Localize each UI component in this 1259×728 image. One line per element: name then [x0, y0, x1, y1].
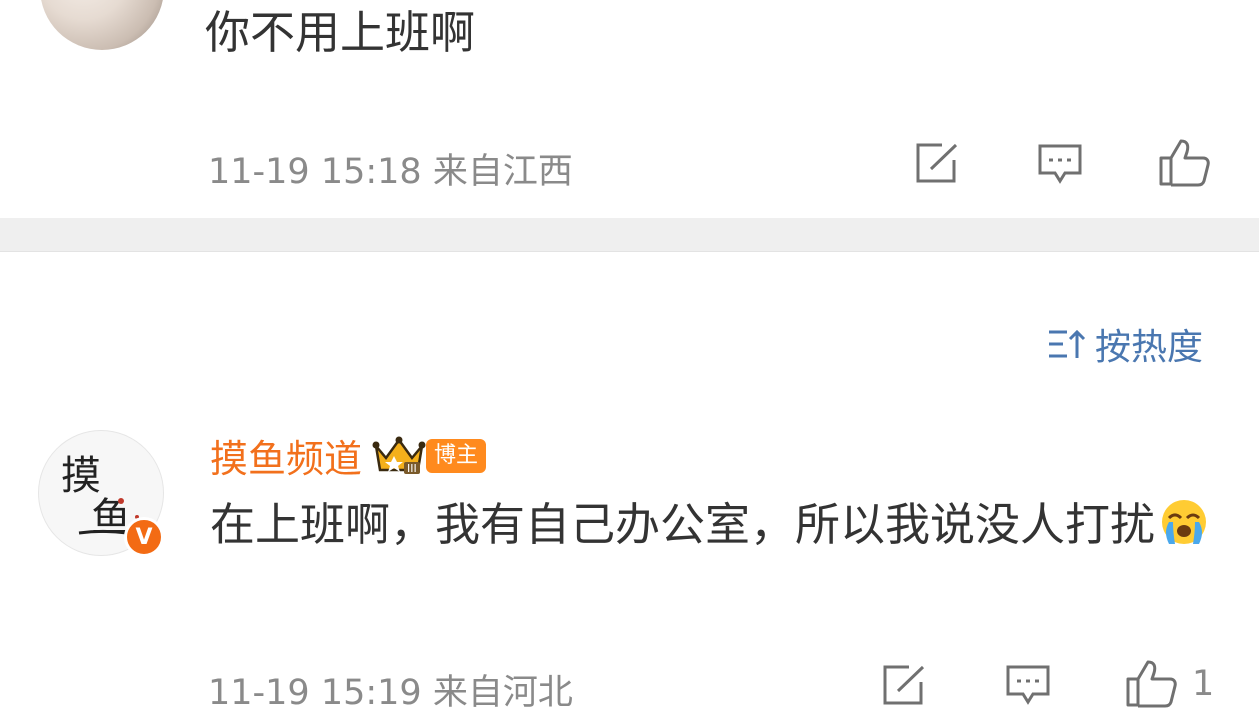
sort-icon: [1047, 327, 1087, 361]
share-icon[interactable]: [881, 664, 927, 706]
comment-meta: 11-19 15:19 来自河北: [208, 664, 573, 715]
like-icon: [1126, 659, 1178, 709]
svg-text:III: III: [407, 462, 417, 475]
section-divider: [0, 218, 1259, 252]
sort-label: 按热度: [1095, 327, 1204, 368]
comment-location: 来自江西: [432, 152, 573, 192]
crown-icon: III: [372, 436, 426, 476]
verified-badge: V: [124, 517, 164, 557]
comment-header: 摸鱼频道 III 博主: [210, 428, 487, 483]
share-icon[interactable]: [914, 142, 960, 184]
svg-text:摸: 摸: [61, 453, 101, 499]
like-button[interactable]: 1: [1126, 659, 1214, 709]
username[interactable]: 摸鱼频道: [210, 428, 362, 483]
avatar[interactable]: [40, 0, 164, 50]
comment-time: 11-19 15:19: [208, 673, 422, 713]
comment-text: 你不用上班啊: [205, 6, 476, 59]
comment-meta: 11-19 15:18 来自江西: [208, 143, 573, 194]
comment-body: 在上班啊，我有自己办公室，所以我说没人打扰: [210, 498, 1156, 551]
comment-text: 在上班啊，我有自己办公室，所以我说没人打扰: [210, 488, 1220, 562]
blogger-badge: III 博主: [372, 436, 487, 476]
comment-time: 11-19 15:18: [208, 152, 422, 192]
like-count: 1: [1192, 664, 1215, 704]
comment-location: 来自河北: [432, 673, 573, 713]
like-icon[interactable]: [1159, 138, 1211, 188]
sort-toggle[interactable]: 按热度: [1047, 318, 1203, 370]
badge-label: 博主: [426, 438, 487, 473]
comment-icon[interactable]: [1005, 664, 1051, 706]
crying-emoji-icon: [1157, 496, 1211, 546]
comment-icon[interactable]: [1037, 143, 1083, 185]
